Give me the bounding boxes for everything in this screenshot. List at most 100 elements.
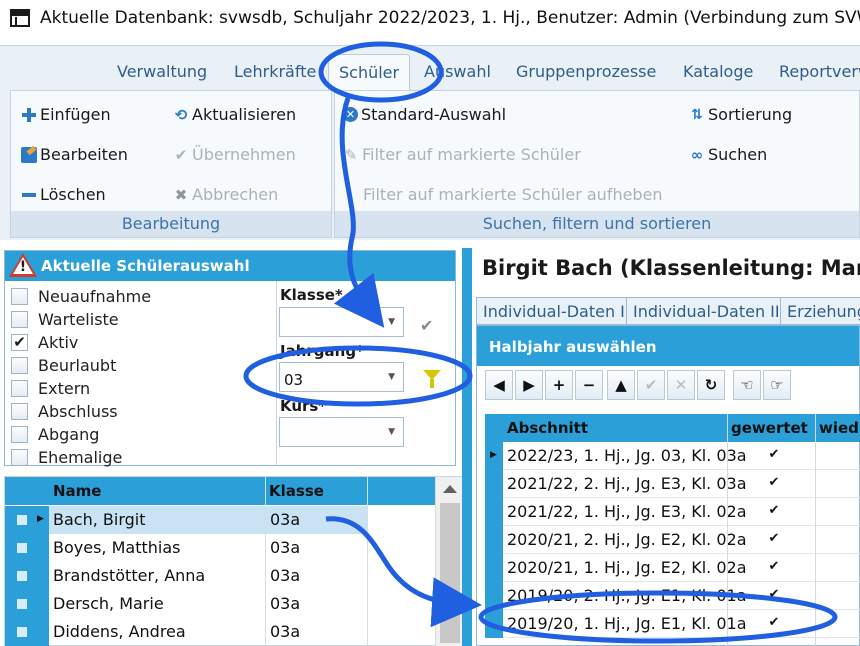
row-select-box[interactable] — [17, 599, 27, 609]
uebernehmen-button[interactable]: ✔ Übernehmen — [173, 145, 296, 164]
jahrgang-combobox[interactable]: 03 ▼ — [279, 362, 404, 392]
refresh-icon[interactable]: ↻ — [697, 370, 725, 400]
row-select-box[interactable] — [17, 571, 27, 581]
column-header-wiederholt[interactable]: wied — [819, 414, 859, 442]
scroll-thumb[interactable] — [440, 503, 460, 643]
suchen-button[interactable]: ∞ Suchen — [689, 145, 767, 164]
status-checkbox[interactable] — [11, 425, 28, 443]
status-checkbox[interactable] — [11, 379, 28, 397]
next-icon[interactable]: ▶ — [515, 370, 543, 400]
app-window: Aktuelle Datenbank: svwsdb, Schuljahr 20… — [0, 0, 860, 646]
gewertet-checkbox[interactable]: ✔ — [767, 560, 781, 574]
filter-funnel-icon[interactable] — [423, 370, 441, 388]
table-row[interactable]: ▶ Bach, Birgit 03a — [5, 506, 435, 534]
up-icon[interactable]: ▲ — [607, 370, 635, 400]
panel-splitter[interactable] — [462, 248, 472, 646]
status-item[interactable]: ✔ Aktiv — [11, 331, 78, 353]
tab-verwaltung[interactable]: Verwaltung — [117, 62, 207, 81]
gewertet-checkbox[interactable]: ✔ — [767, 476, 781, 490]
standard-auswahl-button[interactable]: ✕ Standard-Auswahl — [343, 105, 506, 124]
table-row[interactable]: Diddens, Andrea 03a — [5, 618, 435, 646]
status-item[interactable]: Abgang — [11, 423, 99, 445]
column-header-gewertet[interactable]: gewertet — [731, 414, 808, 442]
row-selector[interactable] — [5, 618, 49, 646]
status-item[interactable]: Abschluss — [11, 400, 118, 422]
status-checkbox[interactable] — [11, 402, 28, 420]
tab-kataloge[interactable]: Kataloge — [683, 62, 753, 81]
column-header-klasse[interactable]: Klasse — [269, 477, 324, 505]
tab-schueler[interactable]: Schüler — [328, 54, 411, 90]
status-item[interactable]: Extern — [11, 377, 90, 399]
row-select-box[interactable] — [17, 543, 27, 553]
row-selector[interactable]: ▶ — [5, 506, 49, 534]
row-selector[interactable] — [485, 610, 503, 638]
pointer-left-icon[interactable]: ☜ — [733, 370, 761, 400]
table-row[interactable]: 2020/21, 2. Hj., Jg. E2, Kl. 02a ✔ — [485, 526, 860, 554]
row-selector[interactable] — [485, 470, 503, 498]
tab-auswahl[interactable]: Auswahl — [424, 62, 491, 81]
loeschen-button[interactable]: Löschen — [21, 185, 106, 204]
gewertet-checkbox[interactable]: ✔ — [767, 616, 781, 630]
student-list-scrollbar[interactable] — [435, 477, 463, 646]
pointer-right-icon[interactable]: ☞ — [763, 370, 791, 400]
column-header-name[interactable]: Name — [53, 477, 101, 505]
table-row[interactable]: Boyes, Matthias 03a — [5, 534, 435, 562]
table-row[interactable]: 2020/21, 1. Hj., Jg. E2, Kl. 02a ✔ — [485, 554, 860, 582]
remove-icon[interactable]: − — [575, 370, 603, 400]
abbrechen-button[interactable]: ✖ Abbrechen — [173, 185, 279, 204]
row-select-box[interactable] — [17, 515, 27, 525]
status-checkbox[interactable] — [11, 356, 28, 374]
tab-individual-daten-2[interactable]: Individual-Daten II — [626, 297, 787, 325]
filter-aufheben-button[interactable]: Filter auf markierte Schüler aufheben — [363, 185, 663, 204]
status-checkbox[interactable] — [11, 287, 28, 305]
gewertet-checkbox[interactable]: ✔ — [767, 504, 781, 518]
filter-markiert-button[interactable]: ✎ Filter auf markierte Schüler — [343, 145, 581, 164]
aktualisieren-button[interactable]: ⟲ Aktualisieren — [173, 105, 296, 124]
gewertet-checkbox[interactable]: ✔ — [767, 588, 781, 602]
gewertet-checkbox[interactable]: ✔ — [767, 448, 781, 462]
tab-individual-daten-1[interactable]: Individual-Daten I — [476, 297, 632, 325]
row-select-box[interactable] — [17, 627, 27, 637]
status-checkbox[interactable] — [11, 310, 28, 328]
tab-reportverwaltung[interactable]: Reportverw — [779, 62, 860, 81]
row-selector[interactable]: ▶ — [485, 442, 503, 470]
status-item[interactable]: Warteliste — [11, 308, 119, 330]
status-item[interactable]: Beurlaubt — [11, 354, 116, 376]
status-item[interactable]: Neuaufnahme — [11, 285, 151, 307]
apply-check-icon[interactable]: ✔ — [420, 316, 433, 335]
cancel-icon[interactable]: ✕ — [667, 370, 695, 400]
student-name: Bach, Birgit — [53, 510, 146, 529]
add-icon[interactable]: + — [545, 370, 573, 400]
refresh-icon: ⟲ — [174, 105, 188, 124]
table-row[interactable]: Dersch, Marie 03a — [5, 590, 435, 618]
prev-icon[interactable]: ◀ — [485, 370, 513, 400]
scroll-up-icon[interactable] — [443, 485, 457, 493]
table-row[interactable]: 2019/20, 1. Hj., Jg. E1, Kl. 01a ✔ — [485, 610, 860, 638]
row-selector[interactable] — [485, 582, 503, 610]
table-row[interactable]: Brandstötter, Anna 03a — [5, 562, 435, 590]
column-header-abschnitt[interactable]: Abschnitt — [507, 414, 588, 442]
kurs-combobox[interactable]: ▼ — [279, 417, 404, 447]
sortierung-button[interactable]: ⇅ Sortierung — [689, 105, 792, 124]
table-row[interactable]: 2021/22, 1. Hj., Jg. E3, Kl. 02a ✔ — [485, 498, 860, 526]
row-selector[interactable] — [485, 498, 503, 526]
confirm-icon[interactable]: ✔ — [637, 370, 665, 400]
table-row[interactable]: ▶ 2022/23, 1. Hj., Jg. 03, Kl. 03a ✔ — [485, 442, 860, 470]
table-row[interactable]: 2021/22, 2. Hj., Jg. E3, Kl. 03a ✔ — [485, 470, 860, 498]
tab-erziehung[interactable]: Erziehung — [780, 297, 860, 325]
bearbeiten-button[interactable]: Bearbeiten — [21, 145, 128, 164]
row-selector[interactable] — [5, 562, 49, 590]
row-selector[interactable] — [5, 590, 49, 618]
klasse-combobox[interactable]: ▼ — [279, 307, 404, 337]
row-selector[interactable] — [485, 526, 503, 554]
table-row[interactable]: 2019/20, 2. Hj., Jg. E1, Kl. 01a ✔ — [485, 582, 860, 610]
status-checkbox[interactable] — [11, 448, 28, 466]
status-item[interactable]: Ehemalige — [11, 446, 122, 468]
tab-lehrkraefte[interactable]: Lehrkräfte — [234, 62, 316, 81]
status-checkbox[interactable]: ✔ — [11, 333, 28, 351]
row-selector[interactable] — [5, 534, 49, 562]
tab-gruppenprozesse[interactable]: Gruppenprozesse — [516, 62, 656, 81]
gewertet-checkbox[interactable]: ✔ — [767, 532, 781, 546]
row-selector[interactable] — [485, 554, 503, 582]
einfuegen-button[interactable]: Einfügen — [21, 105, 111, 124]
